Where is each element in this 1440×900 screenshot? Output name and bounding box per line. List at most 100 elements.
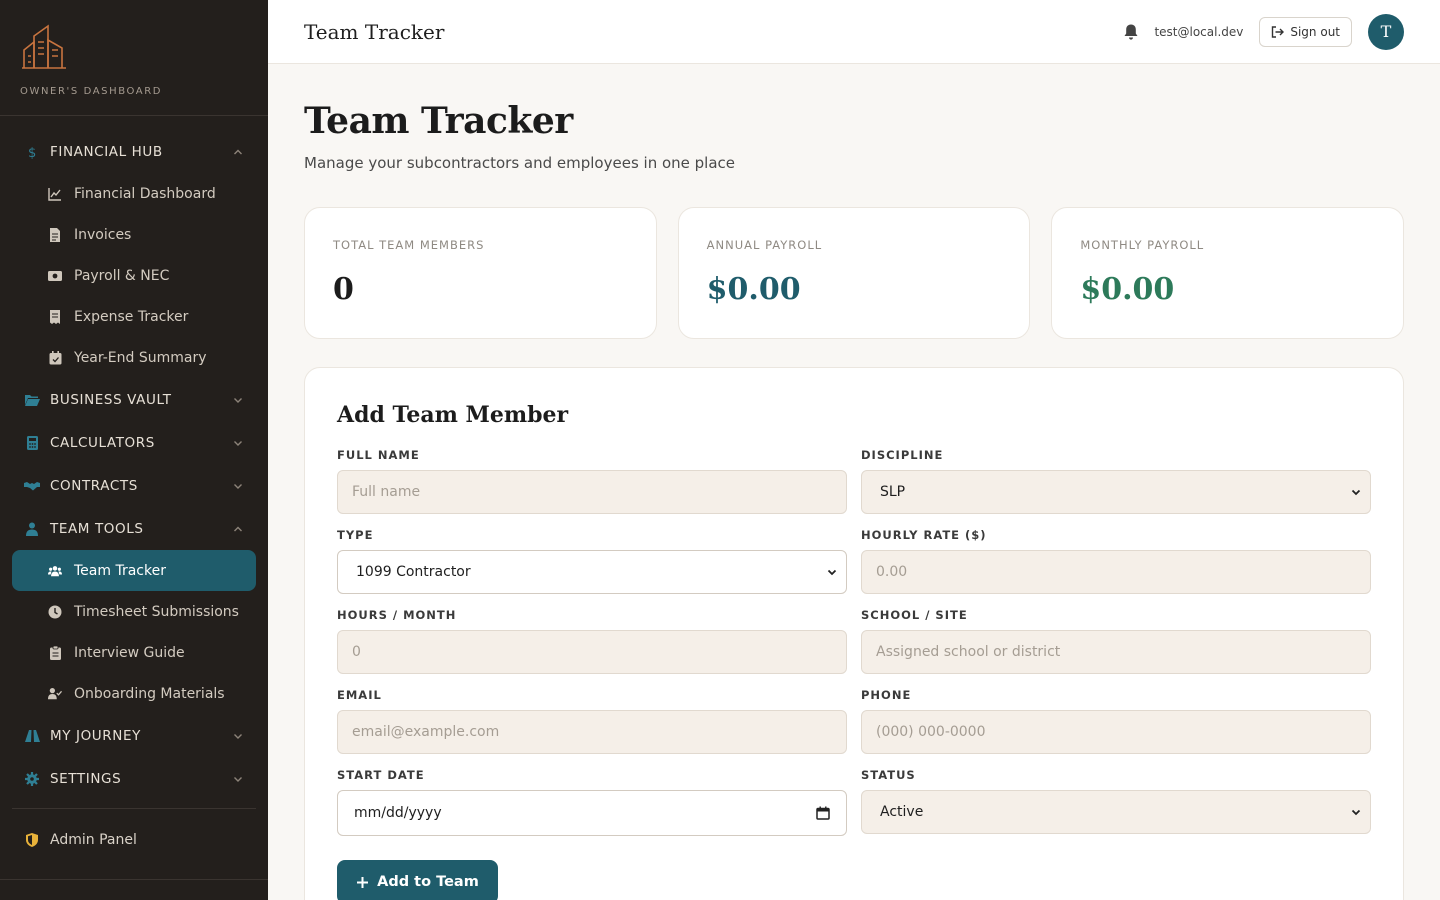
plus-icon (357, 876, 369, 888)
user-email: test@local.dev (1154, 24, 1244, 39)
brand-text: OWNER'S DASHBOARD (20, 86, 163, 97)
chevron-down-icon (827, 569, 837, 576)
nav-divider (12, 808, 256, 809)
receipt-icon (48, 309, 62, 324)
nav-section-contracts[interactable]: CONTRACTS (0, 464, 268, 507)
page-title: Team Tracker (304, 100, 573, 142)
nav-section-settings[interactable]: SETTINGS (0, 757, 268, 800)
field-hourly-rate: HOURLY RATE ($) 0.00 (861, 528, 1371, 608)
sidebar-item-label: Payroll & NEC (74, 267, 170, 284)
field-label: DISCIPLINE (861, 448, 944, 462)
sidebar-item-label: Financial Dashboard (74, 185, 216, 202)
nav-section-business-vault[interactable]: BUSINESS VAULT (0, 378, 268, 421)
field-start-date: START DATE mm/dd/yyyy (337, 768, 847, 848)
sign-out-label: Sign out (1290, 24, 1340, 39)
form-grid: FULL NAME Full name DISCIPLINE SLP TYPE … (337, 448, 1371, 848)
start-date-input[interactable]: mm/dd/yyyy (337, 790, 847, 836)
users-icon (48, 564, 62, 578)
nav-section-label: CALCULATORS (50, 434, 155, 451)
sidebar-item-invoices[interactable]: Invoices (0, 214, 256, 255)
field-label: FULL NAME (337, 448, 420, 462)
add-to-team-button[interactable]: Add to Team (337, 860, 498, 900)
nav-section-my-journey[interactable]: MY JOURNEY (0, 714, 268, 757)
sidebar-item-team-tracker[interactable]: Team Tracker (12, 550, 256, 591)
status-select[interactable]: Active (861, 790, 1371, 834)
full-name-input[interactable]: Full name (337, 470, 847, 514)
sidebar-item-admin-panel[interactable]: Admin Panel (0, 817, 268, 863)
calendar-icon (48, 350, 62, 365)
field-label: HOURS / MONTH (337, 608, 457, 622)
user-tie-icon (24, 521, 40, 537)
nav-section-calculators[interactable]: CALCULATORS (0, 421, 268, 464)
sidebar-item-payroll-nec[interactable]: Payroll & NEC (0, 255, 256, 296)
chevron-up-icon (234, 526, 242, 531)
nav-section-label: CONTRACTS (50, 477, 138, 494)
phone-input[interactable]: (000) 000-0000 (861, 710, 1371, 754)
stat-label: ANNUAL PAYROLL (706, 238, 823, 252)
nav-section-label: TEAM TOOLS (50, 520, 144, 537)
money-icon (48, 269, 62, 283)
discipline-select[interactable]: SLP (861, 470, 1371, 514)
sidebar-item-label: Year-End Summary (74, 349, 207, 366)
folder-open-icon (24, 392, 40, 408)
sidebar-item-label: Admin Panel (50, 832, 137, 848)
sidebar-item-label: Interview Guide (74, 644, 185, 661)
brand: OWNER'S DASHBOARD (0, 0, 268, 116)
type-select[interactable]: 1099 Contractor (337, 550, 847, 594)
svg-text:$: $ (28, 146, 36, 159)
field-school-site: SCHOOL / SITE Assigned school or distric… (861, 608, 1371, 688)
add-to-team-label: Add to Team (377, 874, 479, 890)
chevron-up-icon (234, 149, 242, 154)
sign-out-button[interactable]: Sign out (1259, 16, 1352, 47)
form-title: Add Team Member (337, 402, 569, 428)
sidebar-bottom-divider (0, 879, 268, 880)
add-team-member-form: Add Team Member FULL NAME Full name DISC… (304, 367, 1404, 900)
calculator-icon (24, 435, 40, 451)
field-discipline: DISCIPLINE SLP (861, 448, 1371, 528)
avatar[interactable]: T (1368, 13, 1404, 50)
field-label: SCHOOL / SITE (861, 608, 968, 622)
select-value: Active (880, 804, 924, 820)
nav-section-team-tools[interactable]: TEAM TOOLS (0, 507, 268, 550)
school-site-input[interactable]: Assigned school or district (861, 630, 1371, 674)
field-label: EMAIL (337, 688, 382, 702)
chevron-down-icon (234, 440, 242, 446)
sidebar-item-onboarding-materials[interactable]: Onboarding Materials (0, 673, 256, 714)
dollar-icon: $ (24, 144, 40, 160)
field-email: EMAIL email@example.com (337, 688, 847, 768)
chevron-down-icon (1351, 489, 1361, 496)
chevron-down-icon (234, 776, 242, 782)
sidebar-nav: $ FINANCIAL HUB Financial Dashboard Invo… (0, 116, 268, 863)
stat-label: MONTHLY PAYROLL (1080, 238, 1205, 252)
field-label: HOURLY RATE ($) (861, 528, 987, 542)
sidebar-item-financial-dashboard[interactable]: Financial Dashboard (0, 173, 256, 214)
nav-section-label: MY JOURNEY (50, 727, 141, 744)
stat-value: $0.00 (706, 272, 801, 307)
sidebar-item-expense-tracker[interactable]: Expense Tracker (0, 296, 256, 337)
chevron-down-icon (234, 483, 242, 489)
nav-section-financial-hub[interactable]: $ FINANCIAL HUB (0, 130, 268, 173)
chart-line-icon (48, 187, 62, 201)
stat-card-monthly-payroll: MONTHLY PAYROLL $0.00 (1051, 207, 1405, 339)
sidebar-item-year-end-summary[interactable]: Year-End Summary (0, 337, 256, 378)
field-label: PHONE (861, 688, 912, 702)
road-icon (24, 728, 40, 744)
hours-month-input[interactable]: 0 (337, 630, 847, 674)
sidebar-item-interview-guide[interactable]: Interview Guide (0, 632, 256, 673)
nav-section-label: FINANCIAL HUB (50, 143, 163, 160)
sidebar-item-timesheet-submissions[interactable]: Timesheet Submissions (0, 591, 256, 632)
bell-icon[interactable] (1122, 23, 1140, 41)
sidebar: OWNER'S DASHBOARD $ FINANCIAL HUB Financ… (0, 0, 268, 900)
chevron-down-icon (1351, 809, 1361, 816)
gear-icon (24, 771, 40, 787)
field-label: STATUS (861, 768, 916, 782)
sidebar-item-label: Team Tracker (74, 562, 166, 579)
calendar-icon[interactable] (816, 806, 830, 820)
chevron-down-icon (234, 397, 242, 403)
field-type: TYPE 1099 Contractor (337, 528, 847, 608)
field-status: STATUS Active (861, 768, 1371, 848)
email-input[interactable]: email@example.com (337, 710, 847, 754)
sidebar-item-label: Invoices (74, 226, 132, 243)
sign-out-icon (1272, 25, 1285, 38)
hourly-rate-input[interactable]: 0.00 (861, 550, 1371, 594)
